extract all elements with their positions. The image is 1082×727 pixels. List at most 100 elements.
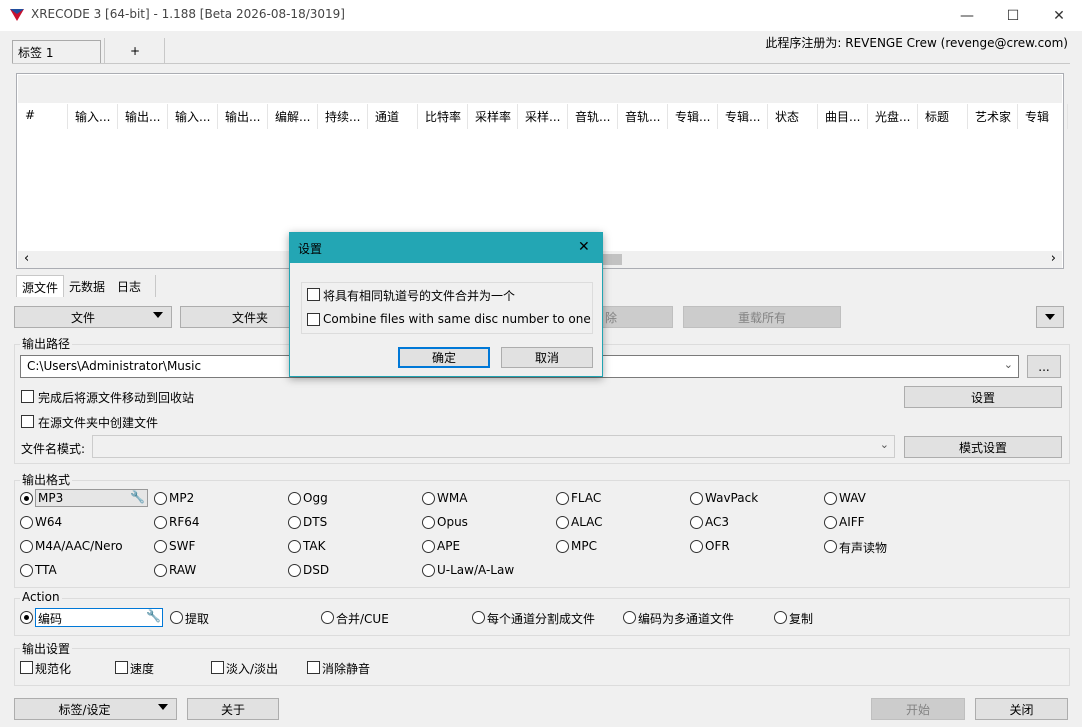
column-header[interactable]: 专辑 xyxy=(1018,104,1068,129)
tab-log[interactable]: 日志 xyxy=(112,275,156,297)
action-label: 编码 xyxy=(35,608,163,627)
merge-same-track-checkbox[interactable] xyxy=(307,288,320,301)
format-radio-wma[interactable] xyxy=(422,492,435,505)
column-header[interactable]: 输出... xyxy=(118,104,168,129)
browse-button[interactable]: ... xyxy=(1027,355,1061,378)
action-radio[interactable] xyxy=(774,611,787,624)
action-label: 提取 xyxy=(185,612,210,626)
column-header[interactable]: 专辑... xyxy=(668,104,718,129)
format-label: AC3 xyxy=(705,515,730,529)
column-header[interactable]: 艺术家 xyxy=(968,104,1018,129)
tab-source-files[interactable]: 源文件 xyxy=(16,275,64,297)
column-header[interactable]: 音轨... xyxy=(618,104,668,129)
column-header[interactable]: 持续... xyxy=(318,104,368,129)
chevron-down-icon[interactable]: ⌄ xyxy=(1004,358,1013,371)
chevron-down-icon[interactable]: ⌄ xyxy=(880,438,889,451)
format-radio-dsd[interactable] xyxy=(288,564,301,577)
column-header[interactable]: 标题 xyxy=(918,104,968,129)
format-radio-ape[interactable] xyxy=(422,540,435,553)
format-radio-swf[interactable] xyxy=(154,540,167,553)
action-radio[interactable] xyxy=(623,611,636,624)
about-button[interactable]: 关于 xyxy=(187,698,279,720)
dialog-close-icon[interactable]: ✕ xyxy=(578,239,590,255)
dialog-ok-button[interactable]: 确定 xyxy=(398,347,490,368)
output-setting-checkbox[interactable] xyxy=(115,661,128,674)
format-radio--[interactable] xyxy=(824,540,837,553)
format-radio-alac[interactable] xyxy=(556,516,569,529)
maximize-button[interactable]: ☐ xyxy=(990,0,1036,31)
tab-metadata[interactable]: 元数据 xyxy=(64,275,110,297)
action-radio[interactable] xyxy=(321,611,334,624)
format-radio-flac[interactable] xyxy=(556,492,569,505)
move-to-recycle-checkbox[interactable] xyxy=(21,390,34,403)
format-radio-u-law-a-law[interactable] xyxy=(422,564,435,577)
more-options-button[interactable] xyxy=(1036,306,1064,328)
column-header[interactable]: 输入... xyxy=(168,104,218,129)
wrench-icon[interactable]: 🔧 xyxy=(130,490,145,504)
tab-separator xyxy=(104,38,105,64)
format-radio-m4a-aac-nero[interactable] xyxy=(20,540,33,553)
format-radio-aiff[interactable] xyxy=(824,516,837,529)
wrench-icon[interactable]: 🔧 xyxy=(146,609,161,623)
column-header[interactable]: # xyxy=(18,104,68,129)
column-header[interactable]: 状态 xyxy=(768,104,818,129)
format-radio-ac3[interactable] xyxy=(690,516,703,529)
column-header[interactable]: 采样率 xyxy=(468,104,518,129)
column-header[interactable]: 曲目... xyxy=(818,104,868,129)
column-header[interactable]: 输入... xyxy=(68,104,118,129)
dropdown-arrow-icon xyxy=(1045,314,1055,320)
list-header: # 输入... 输出... 输入... 输出... 编解... 持续... 通道 比特率 采样率采… xyxy=(18,104,1068,129)
column-header[interactable]: 比特率 xyxy=(418,104,468,129)
settings-button[interactable]: 设置 xyxy=(904,386,1062,408)
format-radio-dts[interactable] xyxy=(288,516,301,529)
column-header[interactable]: 音轨... xyxy=(568,104,618,129)
format-radio-wavpack[interactable] xyxy=(690,492,703,505)
output-setting-checkbox[interactable] xyxy=(307,661,320,674)
column-header[interactable]: 光盘... xyxy=(868,104,918,129)
column-header[interactable]: 输出... xyxy=(218,104,268,129)
column-header[interactable]: 编解... xyxy=(268,104,318,129)
reload-all-button[interactable]: 重载所有 xyxy=(683,306,841,328)
format-label: OFR xyxy=(705,539,730,553)
minimize-button[interactable]: — xyxy=(944,0,990,31)
format-radio-mp3[interactable] xyxy=(20,492,33,505)
format-radio-mp2[interactable] xyxy=(154,492,167,505)
format-radio-rf64[interactable] xyxy=(154,516,167,529)
close-button[interactable]: 关闭 xyxy=(975,698,1068,720)
format-radio-tak[interactable] xyxy=(288,540,301,553)
format-radio-raw[interactable] xyxy=(154,564,167,577)
format-radio-ofr[interactable] xyxy=(690,540,703,553)
action-radio[interactable] xyxy=(472,611,485,624)
scroll-left-icon[interactable]: ‹ xyxy=(24,251,29,266)
combine-disc-checkbox[interactable] xyxy=(307,313,320,326)
column-header[interactable]: 专辑... xyxy=(718,104,768,129)
tags-settings-button[interactable]: 标签/设定 xyxy=(14,698,177,720)
format-radio-opus[interactable] xyxy=(422,516,435,529)
format-radio-tta[interactable] xyxy=(20,564,33,577)
action-radio[interactable] xyxy=(170,611,183,624)
format-radio-wav[interactable] xyxy=(824,492,837,505)
close-window-button[interactable]: ✕ xyxy=(1036,0,1082,31)
column-header[interactable]: 通道 xyxy=(368,104,418,129)
dropdown-arrow-icon xyxy=(153,312,163,318)
title-bar: XRECODE 3 [64-bit] - 1.188 [Beta 2026-08… xyxy=(0,0,1082,31)
tab-separator xyxy=(164,38,165,64)
pattern-settings-button[interactable]: 模式设置 xyxy=(904,436,1062,458)
tab-1[interactable]: 标签 1 xyxy=(12,40,101,64)
add-files-label: 文件 xyxy=(70,310,95,325)
create-in-source-checkbox[interactable] xyxy=(21,415,34,428)
dialog-cancel-button[interactable]: 取消 xyxy=(501,347,593,368)
start-button[interactable]: 开始 xyxy=(871,698,965,720)
format-radio-ogg[interactable] xyxy=(288,492,301,505)
add-tab-button[interactable]: + xyxy=(130,44,140,58)
format-radio-mpc[interactable] xyxy=(556,540,569,553)
output-setting-checkbox[interactable] xyxy=(20,661,33,674)
output-setting-checkbox[interactable] xyxy=(211,661,224,674)
format-radio-w64[interactable] xyxy=(20,516,33,529)
scroll-right-icon[interactable]: › xyxy=(1051,251,1056,266)
filename-pattern-combo[interactable]: ⌄ xyxy=(92,435,895,458)
output-path-label: 输出路径 xyxy=(20,335,73,352)
column-header[interactable]: 采样... xyxy=(518,104,568,129)
action-radio[interactable] xyxy=(20,611,33,624)
add-files-button[interactable]: 文件 xyxy=(14,306,172,328)
